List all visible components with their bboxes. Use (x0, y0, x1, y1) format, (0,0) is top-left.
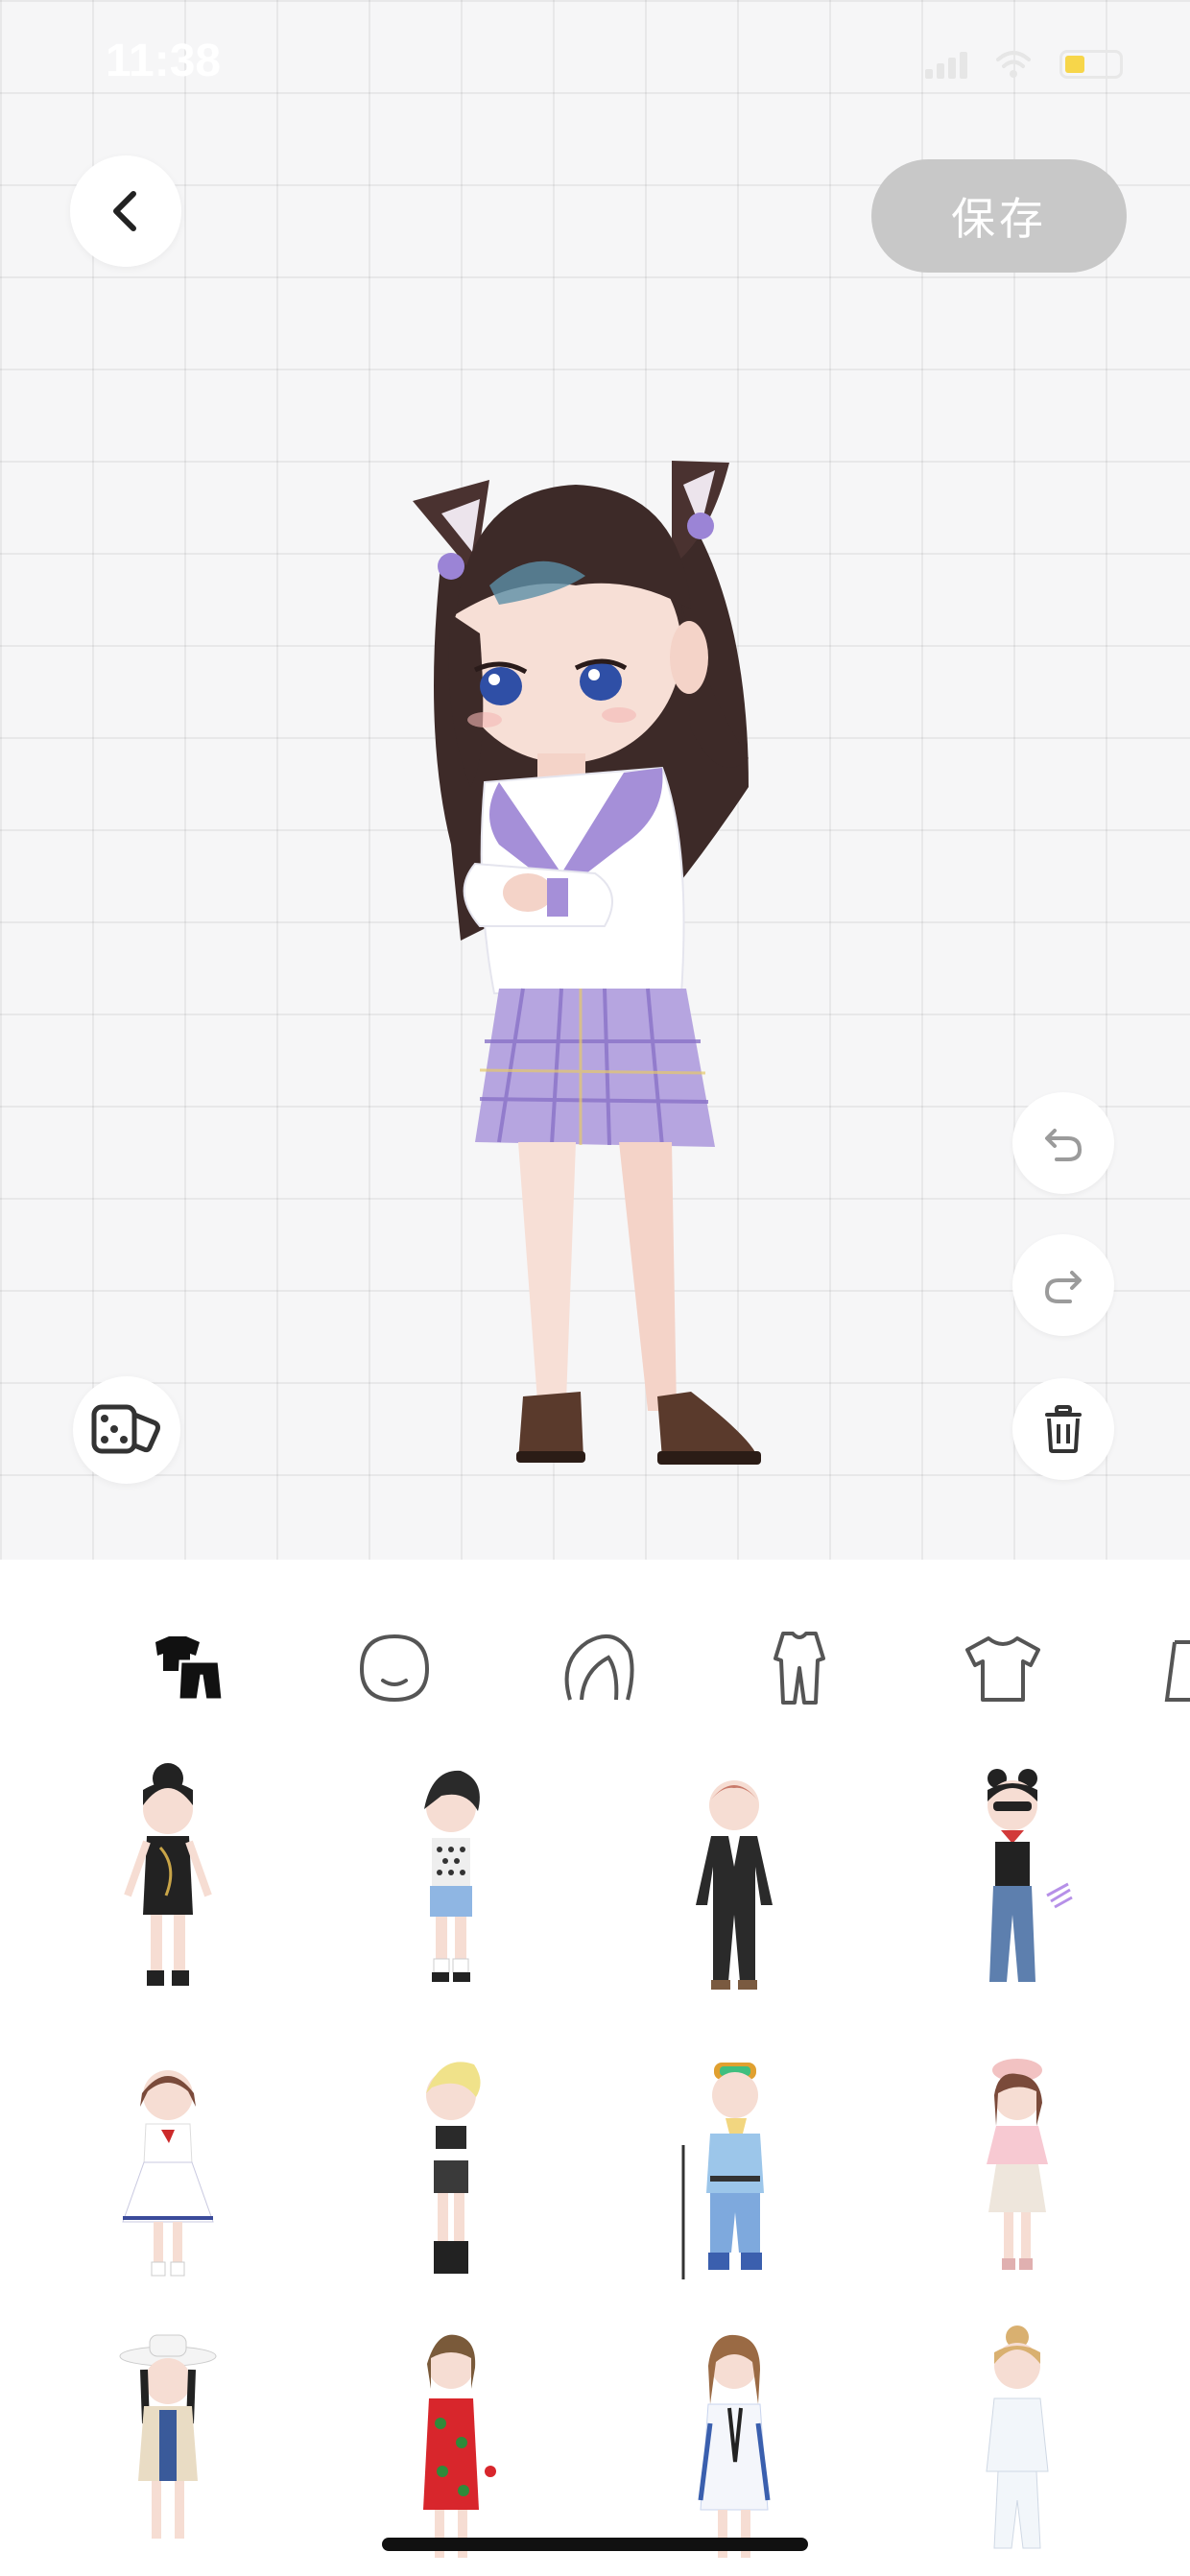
outfit-thumbnail-image (119, 2334, 217, 2539)
wardrobe-panel (0, 1560, 1190, 2576)
back-button[interactable] (70, 155, 181, 267)
outfit-thumbnail[interactable] (888, 2318, 1147, 2576)
tab-outfit[interactable] (146, 1625, 232, 1711)
tab-more[interactable] (1161, 1625, 1190, 1711)
randomize-button[interactable] (73, 1376, 180, 1484)
outfit-thumbnail[interactable] (605, 2039, 864, 2299)
outfit-thumbnail[interactable] (38, 2039, 298, 2299)
clothing-icon (1164, 1640, 1190, 1702)
outfit-thumbnail-image (124, 1763, 212, 1986)
outfit-thumbnail-image (698, 2334, 771, 2558)
avatar-figure (413, 461, 761, 1465)
undo-icon (1045, 1129, 1083, 1161)
outfit-thumbnail[interactable] (605, 1752, 864, 2011)
outfit-thumbnail-image (986, 2326, 1049, 2549)
cellular-signal-icon (925, 50, 967, 79)
outfit-thumbnail[interactable] (321, 2039, 581, 2299)
redo-button[interactable] (1012, 1234, 1114, 1336)
jumpsuit-icon (774, 1632, 825, 1705)
outfit-thumbnail-image (696, 1780, 773, 1990)
tab-hair[interactable] (554, 1625, 640, 1711)
category-tabs (0, 1560, 1190, 1752)
outfit-thumbnail-image (681, 2063, 764, 2279)
tab-face[interactable] (351, 1625, 438, 1711)
outfit-thumbnail-image (987, 2059, 1048, 2270)
save-button[interactable]: 保存 (871, 159, 1127, 273)
chevron-left-icon (113, 191, 136, 231)
outfit-thumbnail[interactable] (888, 2039, 1147, 2299)
undo-button[interactable] (1012, 1092, 1114, 1194)
outfit-thumbnail-image (122, 2070, 214, 2277)
tab-full-body[interactable] (756, 1625, 843, 1711)
outfit-thumbnail[interactable] (321, 1752, 581, 2011)
outfit-thumbnail[interactable] (38, 2318, 298, 2576)
dice-icon (91, 1404, 160, 1454)
delete-button[interactable] (1012, 1378, 1114, 1480)
face-icon (359, 1634, 430, 1703)
outfit-thumbnail-image (424, 1770, 480, 1982)
status-icons (925, 50, 1123, 79)
outfit-thumbnail[interactable] (888, 1752, 1147, 2011)
trash-icon (1045, 1405, 1082, 1453)
outfit-icon (155, 1636, 225, 1702)
outfit-thumbnail-image (988, 1769, 1073, 1982)
status-time: 11:38 (106, 36, 222, 86)
wifi-icon (996, 51, 1031, 78)
battery-icon (1059, 50, 1123, 79)
tab-top[interactable] (960, 1625, 1046, 1711)
home-indicator (382, 2538, 808, 2551)
avatar-canvas[interactable]: 11:38 保存 (0, 0, 1190, 1560)
tshirt-icon (965, 1636, 1040, 1702)
status-bar: 11:38 (0, 0, 1190, 125)
hair-icon (564, 1634, 634, 1701)
outfit-thumbnail-image (426, 2062, 481, 2274)
redo-icon (1044, 1271, 1082, 1303)
outfit-thumbnail[interactable] (38, 1752, 298, 2011)
outfit-thumbnail-image (423, 2334, 496, 2558)
